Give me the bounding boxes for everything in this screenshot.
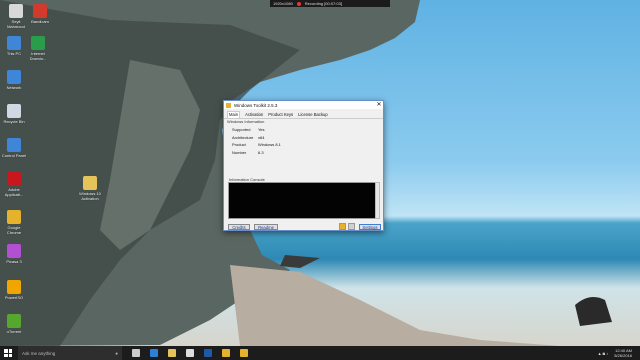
chrome-icon[interactable] <box>222 349 230 357</box>
desktop-icon[interactable]: Internet Downlo... <box>24 36 52 61</box>
info-row: Product Windows 8.1 <box>232 142 281 148</box>
store-icon[interactable] <box>186 349 194 357</box>
key-icon[interactable] <box>339 223 346 230</box>
credits-button[interactable]: Credits <box>228 224 250 230</box>
desktop-icon-label: Adobe Applicati... <box>4 187 24 197</box>
tab-activation[interactable]: Activation <box>245 112 263 118</box>
tab-bar: Main Activation Product Keys License Bac… <box>224 109 383 119</box>
network-icon <box>7 70 21 84</box>
desktop-icon[interactable]: Control Panel <box>0 138 28 158</box>
information-console[interactable] <box>228 182 377 219</box>
microphone-icon[interactable]: ● <box>115 351 118 356</box>
readme-button[interactable]: Readme <box>254 224 278 230</box>
desktop-icon[interactable]: Google Chrome <box>0 210 28 235</box>
desktop-icon-label: Google Chrome <box>6 225 22 235</box>
desktop-icon[interactable]: Picasa 3 <box>0 244 28 264</box>
toolkit-icon <box>226 102 231 108</box>
desktop-icon[interactable]: Bandicam <box>26 4 54 24</box>
taskbar: Ask me anything ● ▲ ◙ ♪ 12:40 AM 5/26/20… <box>0 346 640 360</box>
desktop-icon-label: Network <box>6 85 22 90</box>
desktop-icon-label: PowerISO <box>4 295 24 300</box>
info-row: Number 6.3 <box>232 149 264 155</box>
internet-download-manager-icon <box>31 36 45 50</box>
desktop-icon-label: Control Panel <box>1 153 27 158</box>
user-folder-icon <box>9 4 23 18</box>
system-tray: ▲ ◙ ♪ 12:40 AM 5/26/2016 <box>598 348 640 358</box>
desktop-icon[interactable]: Recycle Bin <box>0 104 28 124</box>
photoshop-icon[interactable] <box>204 349 212 357</box>
refresh-icon[interactable] <box>348 223 355 230</box>
tab-product-keys[interactable]: Product Keys <box>268 112 293 118</box>
desktop-icon[interactable]: uTorrent <box>0 314 28 334</box>
desktop-icon[interactable]: PowerISO <box>0 280 28 300</box>
desktop-icon[interactable]: Network <box>0 70 28 90</box>
tab-main[interactable]: Main <box>227 111 241 118</box>
desktop-icon-label: Windows 10 Activation <box>79 191 101 201</box>
file-explorer-icon[interactable] <box>168 349 176 357</box>
notification-icons[interactable]: ▲ ◙ ♪ <box>598 351 609 356</box>
info-row: Architecture x64 <box>232 134 265 140</box>
computer-icon <box>7 36 21 50</box>
control-panel-icon <box>7 138 21 152</box>
poweriso-icon <box>7 280 21 294</box>
recycle-bin-icon <box>7 104 21 118</box>
toolkit-icon[interactable] <box>240 349 248 357</box>
search-box[interactable]: Ask me anything ● <box>18 346 122 360</box>
picasa-icon <box>7 244 21 258</box>
folder-icon <box>83 176 97 190</box>
desktop-icon-label: Bandicam <box>31 19 49 24</box>
desktop-icon[interactable]: Windows 10 Activation <box>76 176 104 201</box>
start-button[interactable] <box>4 349 12 357</box>
adobe-icon <box>7 172 21 186</box>
desktop-icon-label: Recycle Bin <box>3 119 25 124</box>
windows-toolkit-window: Windows Toolkit 2.5.3 ✕ Main Activation … <box>223 100 384 231</box>
console-scrollbar[interactable] <box>375 182 380 219</box>
edge-icon[interactable] <box>150 349 158 357</box>
task-view-icon[interactable] <box>132 349 140 357</box>
desktop-icon-label: Internet Downlo... <box>29 51 47 61</box>
group-legend: Windows Information <box>227 119 265 124</box>
recording-toolbar[interactable]: 1920x1080 Recording [00:07:03] <box>270 0 390 7</box>
window-title: Windows Toolkit 2.5.3 <box>234 102 278 108</box>
desktop-icon-label: uTorrent <box>6 329 22 334</box>
clock[interactable]: 12:40 AM 5/26/2016 <box>614 348 632 358</box>
windows-information-group: Windows Information Supported Yes Archit… <box>227 119 299 173</box>
chrome-icon <box>7 210 21 224</box>
tab-license-backup[interactable]: License Backup <box>298 112 328 118</box>
recording-status: Recording [00:07:03] <box>304 1 342 6</box>
search-placeholder: Ask me anything <box>22 350 56 356</box>
record-icon[interactable] <box>296 1 301 6</box>
settings-button[interactable]: Settings <box>359 224 381 230</box>
clock-date: 5/26/2016 <box>614 353 632 358</box>
close-button[interactable]: ✕ <box>375 101 383 109</box>
info-row: Supported Yes <box>232 127 265 133</box>
title-bar[interactable]: Windows Toolkit 2.5.3 ✕ <box>224 101 383 109</box>
desktop-icon-label: Picasa 3 <box>6 259 22 264</box>
utorrent-icon <box>7 314 21 328</box>
resolution-readout: 1920x1080 <box>273 1 293 6</box>
desktop-icon[interactable]: Adobe Applicati... <box>0 172 28 197</box>
bandicam-icon <box>33 4 47 18</box>
